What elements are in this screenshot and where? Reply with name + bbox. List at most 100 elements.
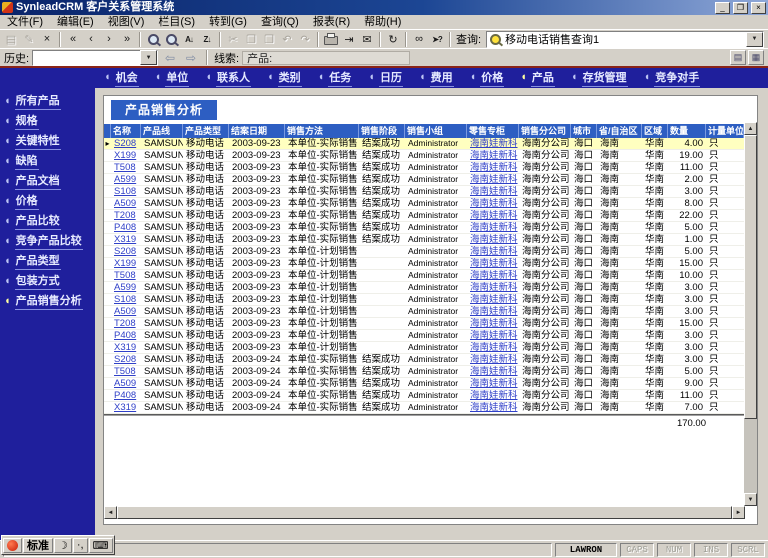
table-row[interactable]: X199SAMSUNG移动电话2003-09-23本单位-实际销售结案成功Adm… (104, 150, 744, 162)
search-icon[interactable] (144, 31, 162, 48)
column-header-11[interactable]: 区域 (642, 124, 668, 138)
counter-link[interactable]: 海南娃新科 (467, 222, 519, 233)
tab-product[interactable]: ◖产品 (512, 68, 563, 89)
product-link[interactable]: S108 (111, 186, 141, 197)
undo-icon[interactable]: ↶ (278, 31, 296, 48)
sort-ascending-icon[interactable]: A↓ (180, 31, 198, 48)
counter-link[interactable]: 海南娃新科 (467, 318, 519, 329)
new-record-icon[interactable]: ▤ (2, 31, 20, 48)
table-row[interactable]: T208SAMSUNG移动电话2003-09-23本单位-实际销售结案成功Adm… (104, 210, 744, 222)
table-row[interactable]: A509SAMSUNG移动电话2003-09-23本单位-实际销售结案成功Adm… (104, 198, 744, 210)
context-help-icon[interactable]: ➤? (428, 31, 446, 48)
counter-link[interactable]: 海南娃新科 (467, 186, 519, 197)
product-link[interactable]: S208 (111, 246, 141, 257)
column-header-0[interactable]: 名称 (111, 124, 141, 138)
sidebar-item-key-features[interactable]: ◖关键特性 (4, 133, 95, 149)
refresh-icon[interactable]: ↻ (384, 31, 402, 48)
query-combobox[interactable]: 移动电话销售查询1 ▼ (486, 31, 764, 48)
product-link[interactable]: A599 (111, 174, 141, 185)
counter-link[interactable]: 海南娃新科 (467, 354, 519, 365)
product-link[interactable]: X319 (111, 342, 141, 353)
prev-record-icon[interactable]: ‹ (82, 31, 100, 48)
product-link[interactable]: X199 (111, 258, 141, 269)
restore-button[interactable]: ❐ (733, 2, 748, 14)
menu-item-7[interactable]: 帮助(H) (357, 15, 408, 29)
counter-link[interactable]: 海南娃新科 (467, 150, 519, 161)
counter-link[interactable]: 海南娃新科 (467, 294, 519, 305)
counter-link[interactable]: 海南娃新科 (467, 342, 519, 353)
counter-link[interactable]: 海南娃新科 (467, 306, 519, 317)
edit-record-icon[interactable]: ✎ (20, 31, 38, 48)
sidebar-item-product-sales-analysis[interactable]: ◖产品销售分析 (4, 293, 95, 309)
product-link[interactable]: P408 (111, 330, 141, 341)
product-link[interactable]: P408 (111, 390, 141, 401)
vertical-scroll-thumb[interactable] (744, 135, 757, 419)
table-row[interactable]: S208SAMSUNG移动电话2003-09-23本单位-计划销售Adminis… (104, 246, 744, 258)
table-row[interactable]: S108SAMSUNG移动电话2003-09-23本单位-实际销售结案成功Adm… (104, 186, 744, 198)
ime-keyboard-icon[interactable]: ⌨ (89, 538, 113, 553)
product-link[interactable]: A509 (111, 198, 141, 209)
table-row[interactable]: A509SAMSUNG移动电话2003-09-24本单位-实际销售结案成功Adm… (104, 378, 744, 390)
table-row[interactable]: P408SAMSUNG移动电话2003-09-23本单位-实际销售结案成功Adm… (104, 222, 744, 234)
sidebar-item-product-docs[interactable]: ◖产品文档 (4, 173, 95, 189)
counter-link[interactable]: 海南娃新科 (467, 366, 519, 377)
fax-icon[interactable]: ✉ (358, 31, 376, 48)
next-record-icon[interactable]: › (100, 31, 118, 48)
menu-item-5[interactable]: 查询(Q) (254, 15, 306, 29)
scroll-right-button[interactable]: ► (732, 506, 745, 519)
cut-icon[interactable]: ✂ (224, 31, 242, 48)
find-icon[interactable]: ∞ (410, 31, 428, 48)
product-link[interactable]: A599 (111, 282, 141, 293)
counter-link[interactable]: 海南娃新科 (467, 282, 519, 293)
table-row[interactable]: T508SAMSUNG移动电话2003-09-23本单位-计划销售Adminis… (104, 270, 744, 282)
back-button[interactable]: ⇦ (161, 50, 179, 66)
table-row[interactable]: A509SAMSUNG移动电话2003-09-23本单位-计划销售Adminis… (104, 306, 744, 318)
product-link[interactable]: X199 (111, 150, 141, 161)
counter-link[interactable]: 海南娃新科 (467, 174, 519, 185)
forward-button[interactable]: ⇨ (182, 50, 200, 66)
table-row[interactable]: X319SAMSUNG移动电话2003-09-24本单位-实际销售结案成功Adm… (104, 402, 744, 414)
counter-link[interactable]: 海南娃新科 (467, 378, 519, 389)
product-link[interactable]: X319 (111, 402, 141, 413)
counter-link[interactable]: 海南娃新科 (467, 330, 519, 341)
ime-punctuation-icon[interactable]: ·, (73, 538, 88, 553)
table-row[interactable]: T208SAMSUNG移动电话2003-09-23本单位-计划销售Adminis… (104, 318, 744, 330)
column-header-9[interactable]: 城市 (571, 124, 597, 138)
sidebar-item-product-compare[interactable]: ◖产品比较 (4, 213, 95, 229)
counter-link[interactable]: 海南娃新科 (467, 258, 519, 269)
table-row[interactable]: X319SAMSUNG移动电话2003-09-23本单位-实际销售结案成功Adm… (104, 234, 744, 246)
column-header-7[interactable]: 零售专柜 (467, 124, 519, 138)
table-row[interactable]: A599SAMSUNG移动电话2003-09-23本单位-计划销售Adminis… (104, 282, 744, 294)
table-row[interactable]: T508SAMSUNG移动电话2003-09-23本单位-实际销售结案成功Adm… (104, 162, 744, 174)
export-icon[interactable]: ⇥ (340, 31, 358, 48)
sort-descending-icon[interactable]: Z↓ (198, 31, 216, 48)
column-header-10[interactable]: 省/自治区 (597, 124, 642, 138)
tab-unit[interactable]: ◖单位 (147, 68, 198, 89)
tab-opportunity[interactable]: ◖机会 (96, 68, 147, 89)
tab-task[interactable]: ◖任务 (310, 68, 361, 89)
ime-mode-label[interactable]: 标准 (23, 538, 53, 553)
product-link[interactable]: T508 (111, 270, 141, 281)
tab-competitor[interactable]: ◖竞争对手 (636, 68, 709, 89)
vertical-scrollbar[interactable]: ▲ ▼ (744, 122, 757, 506)
column-header-4[interactable]: 销售方法 (285, 124, 359, 138)
menu-item-0[interactable]: 文件(F) (0, 15, 50, 29)
counter-link[interactable]: 海南娃新科 (467, 246, 519, 257)
counter-link[interactable]: 海南娃新科 (467, 198, 519, 209)
query-dropdown-arrow[interactable]: ▼ (746, 32, 763, 47)
table-row[interactable]: X199SAMSUNG移动电话2003-09-23本单位-计划销售Adminis… (104, 258, 744, 270)
menu-item-2[interactable]: 视图(V) (101, 15, 152, 29)
table-row[interactable]: ▸S208SAMSUNG移动电话2003-09-23本单位-实际销售结案成功Ad… (104, 138, 744, 150)
ime-logo-button[interactable] (3, 538, 22, 553)
table-row[interactable]: P408SAMSUNG移动电话2003-09-23本单位-计划销售Adminis… (104, 330, 744, 342)
product-link[interactable]: A509 (111, 378, 141, 389)
counter-link[interactable]: 海南娃新科 (467, 270, 519, 281)
sidebar-item-competitor-product-compare[interactable]: ◖竞争产品比较 (4, 233, 95, 249)
minimize-button[interactable]: _ (715, 2, 730, 14)
sidebar-item-price[interactable]: ◖价格 (4, 193, 95, 209)
history-combobox[interactable]: ▼ (32, 50, 158, 66)
menu-item-3[interactable]: 栏目(S) (151, 15, 202, 29)
product-link[interactable]: T508 (111, 162, 141, 173)
preview-icon[interactable] (162, 31, 180, 48)
table-row[interactable]: A599SAMSUNG移动电话2003-09-23本单位-实际销售结案成功Adm… (104, 174, 744, 186)
